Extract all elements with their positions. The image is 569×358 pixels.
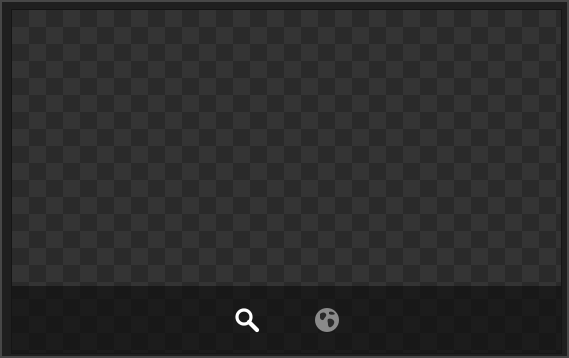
search-icon	[234, 307, 260, 333]
globe-button[interactable]	[307, 300, 347, 340]
search-button[interactable]	[227, 300, 267, 340]
bottom-toolbar	[12, 286, 561, 353]
preview-panel-frame	[0, 0, 569, 358]
globe-icon	[313, 306, 341, 334]
transparency-canvas[interactable]	[11, 9, 562, 354]
